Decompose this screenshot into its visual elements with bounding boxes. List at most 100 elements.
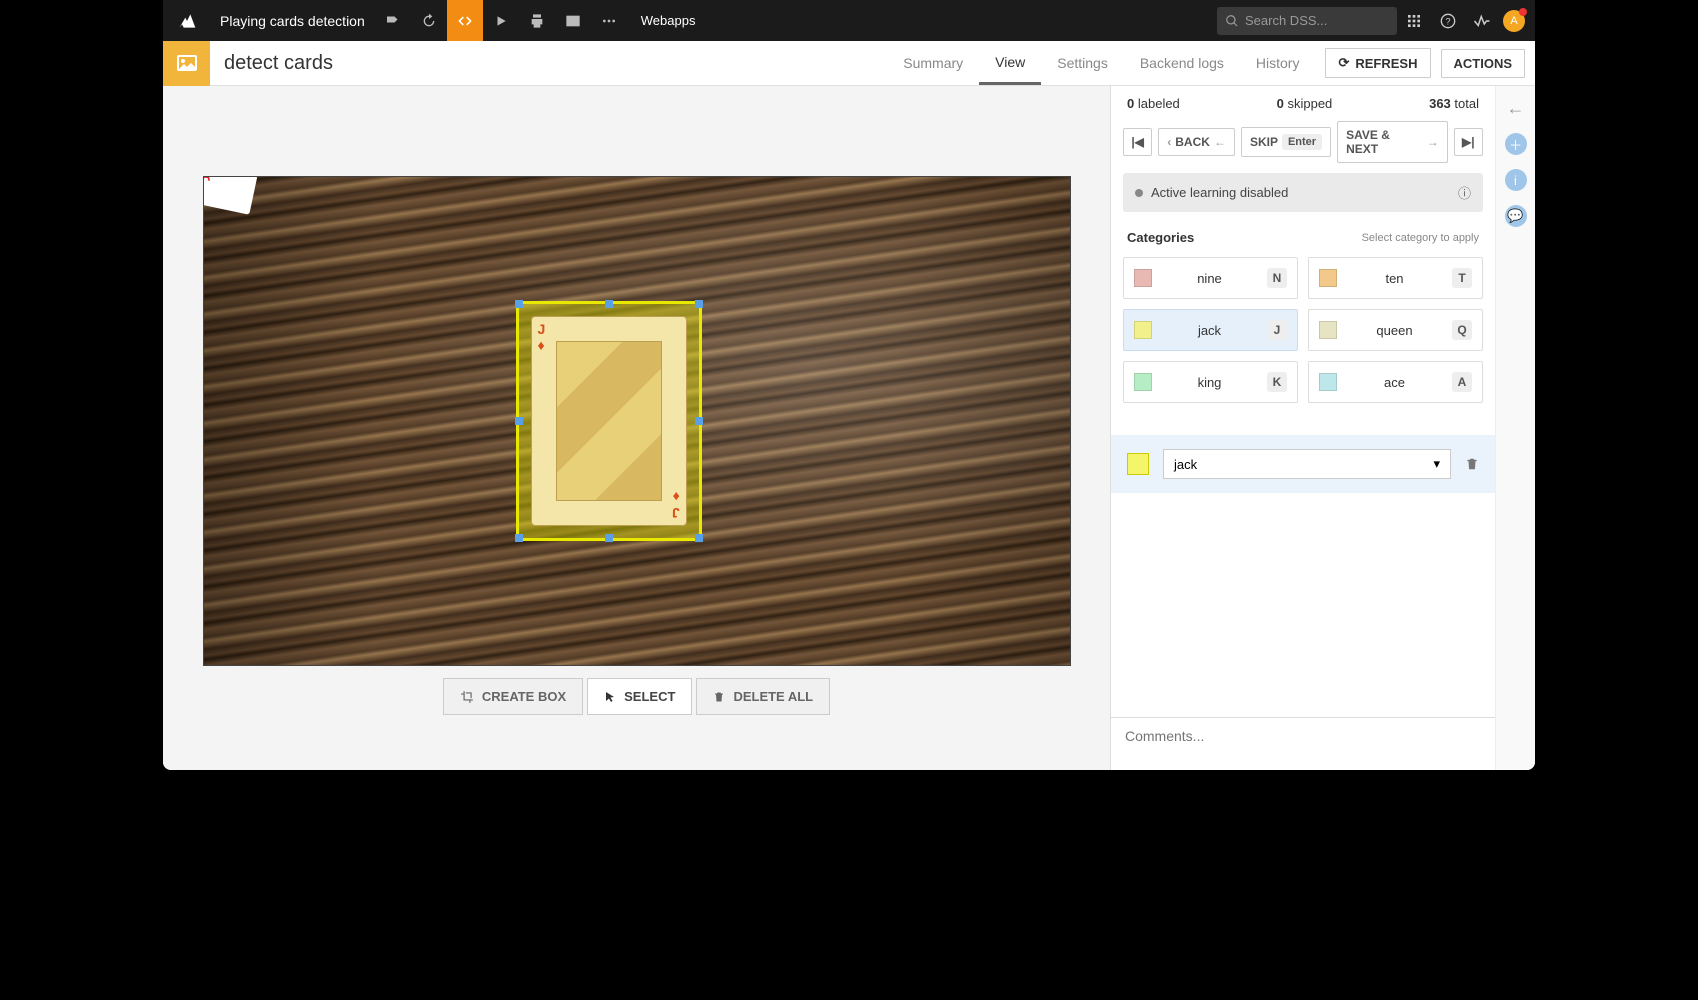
actions-button[interactable]: ACTIONS	[1441, 49, 1526, 78]
create-box-button[interactable]: CREATE BOX	[443, 678, 583, 715]
refresh-label: REFRESH	[1355, 56, 1417, 71]
more-icon[interactable]	[591, 0, 627, 41]
trash-icon	[1465, 456, 1479, 472]
skip-button[interactable]: SKIPEnter	[1241, 127, 1331, 157]
avatar[interactable]: A	[1503, 10, 1525, 32]
delete-all-label: DELETE ALL	[733, 689, 813, 704]
create-box-label: CREATE BOX	[482, 689, 566, 704]
swatch-icon	[1134, 321, 1152, 339]
code-icon[interactable]	[447, 0, 483, 41]
tab-settings[interactable]: Settings	[1041, 41, 1124, 85]
resize-handle[interactable]	[605, 534, 613, 542]
swatch-icon	[1319, 269, 1337, 287]
refresh-button[interactable]: ⟳ REFRESH	[1325, 48, 1430, 78]
help-icon[interactable]: ?	[1431, 13, 1465, 29]
swatch-icon	[1134, 373, 1152, 391]
card-face: J♦ J♦	[531, 316, 687, 526]
category-shortcut: Q	[1452, 320, 1472, 340]
applied-swatch	[1127, 453, 1149, 475]
status-dot-icon	[1135, 189, 1143, 197]
category-shortcut: A	[1452, 372, 1472, 392]
resize-handle[interactable]	[515, 534, 523, 542]
brand-icon[interactable]	[163, 0, 210, 41]
crop-icon	[460, 690, 474, 704]
swatch-icon	[1319, 373, 1337, 391]
category-label: nine	[1162, 271, 1257, 286]
tab-summary[interactable]: Summary	[887, 41, 979, 85]
skipped-stat: 0 skipped	[1277, 96, 1333, 111]
applied-category-select[interactable]: jack ▾	[1163, 449, 1451, 479]
menu-webapps[interactable]: Webapps	[627, 13, 710, 28]
category-shortcut: N	[1267, 268, 1287, 288]
first-button[interactable]: |◀	[1123, 128, 1152, 156]
webapp-icon	[163, 41, 210, 86]
swatch-icon	[1319, 321, 1337, 339]
category-label: queen	[1347, 323, 1442, 338]
category-label: ace	[1347, 375, 1442, 390]
enter-key-hint: Enter	[1282, 134, 1322, 150]
back-button[interactable]: ‹BACK←	[1158, 128, 1235, 156]
applied-annotation-row: jack ▾	[1111, 435, 1495, 493]
tab-backend-logs[interactable]: Backend logs	[1124, 41, 1240, 85]
category-nine[interactable]: nine N	[1123, 257, 1298, 299]
category-label: ten	[1347, 271, 1442, 286]
chevron-down-icon: ▾	[1433, 456, 1440, 472]
categories-hint: Select category to apply	[1362, 232, 1479, 244]
image-canvas[interactable]: J♦ J♦	[203, 176, 1071, 666]
resize-handle[interactable]	[695, 534, 703, 542]
resize-handle[interactable]	[695, 300, 703, 308]
search-input[interactable]: Search DSS...	[1217, 7, 1397, 35]
category-label: jack	[1162, 323, 1257, 338]
swatch-icon	[1134, 269, 1152, 287]
tab-view[interactable]: View	[979, 41, 1041, 85]
bounding-box[interactable]: J♦ J♦	[516, 301, 702, 541]
rail-chat-button[interactable]: 💬	[1505, 205, 1527, 227]
collapse-button[interactable]: ←	[1507, 98, 1525, 119]
refresh-icon[interactable]	[411, 0, 447, 41]
arrow-left-icon: ←	[1214, 135, 1226, 149]
resize-handle[interactable]	[515, 300, 523, 308]
cursor-icon	[604, 691, 616, 703]
flow-icon[interactable]	[375, 0, 411, 41]
select-button[interactable]: SELECT	[587, 678, 692, 715]
panel-icon[interactable]	[555, 0, 591, 41]
delete-annotation-button[interactable]	[1465, 456, 1479, 472]
project-name[interactable]: Playing cards detection	[210, 13, 375, 29]
rail-add-button[interactable]: ＋	[1505, 133, 1527, 155]
labeled-stat: 0 labeled	[1127, 96, 1180, 111]
category-ten[interactable]: ten T	[1308, 257, 1483, 299]
last-button[interactable]: ▶|	[1454, 128, 1483, 156]
resize-handle[interactable]	[695, 417, 703, 425]
applied-label: jack	[1174, 457, 1197, 472]
resize-handle[interactable]	[605, 300, 613, 308]
category-shortcut: K	[1267, 372, 1287, 392]
play-icon[interactable]	[483, 0, 519, 41]
category-jack[interactable]: jack J	[1123, 309, 1298, 351]
comments-textarea[interactable]	[1111, 717, 1495, 770]
categories-title: Categories	[1127, 230, 1194, 245]
select-label: SELECT	[624, 689, 675, 704]
category-shortcut: T	[1452, 268, 1472, 288]
rail-info-button[interactable]: i	[1505, 169, 1527, 191]
activity-icon[interactable]	[1465, 12, 1499, 30]
total-stat: 363 total	[1429, 96, 1479, 111]
save-next-button[interactable]: SAVE & NEXT→	[1337, 121, 1448, 163]
apps-icon[interactable]	[1397, 13, 1431, 29]
svg-text:?: ?	[1445, 16, 1450, 26]
search-icon	[1225, 14, 1239, 28]
trash-icon	[713, 690, 725, 704]
category-shortcut: J	[1267, 320, 1287, 340]
search-placeholder: Search DSS...	[1245, 13, 1327, 28]
category-king[interactable]: king K	[1123, 361, 1298, 403]
category-queen[interactable]: queen Q	[1308, 309, 1483, 351]
info-icon[interactable]: ⓘ	[1458, 183, 1471, 202]
tab-history[interactable]: History	[1240, 41, 1316, 85]
delete-all-button[interactable]: DELETE ALL	[696, 678, 830, 715]
print-icon[interactable]	[519, 0, 555, 41]
category-label: king	[1162, 375, 1257, 390]
active-learning-banner: Active learning disabled ⓘ	[1123, 173, 1483, 212]
category-ace[interactable]: ace A	[1308, 361, 1483, 403]
arrow-right-icon: →	[1427, 135, 1439, 149]
resize-handle[interactable]	[515, 417, 523, 425]
page-title: detect cards	[210, 52, 347, 75]
